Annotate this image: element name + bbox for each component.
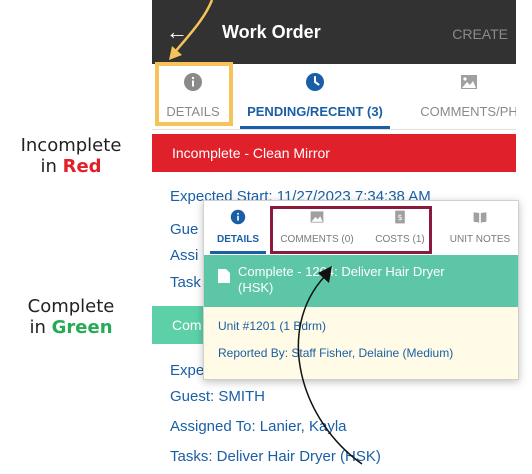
popup-tab-unit-notes[interactable]: UNIT NOTES <box>440 201 518 255</box>
tab-comments-photos[interactable]: COMMENTS/PH <box>404 64 516 130</box>
document-icon <box>218 269 230 283</box>
incomplete-annotation-word: Incomplete <box>20 135 122 156</box>
expected-line-partial: Expe <box>170 362 205 379</box>
complete-annotation-color-line: in Green <box>0 317 146 338</box>
arrow-left-icon[interactable]: ← <box>166 20 188 44</box>
page-title: Work Order <box>222 22 321 42</box>
incomplete-annotation-color: Red <box>62 156 102 177</box>
complete-annotation: Complete in Green <box>0 296 146 338</box>
complete-annotation-word: Complete <box>27 296 115 317</box>
active-tab-indicator <box>240 126 390 129</box>
create-button[interactable]: CREATE <box>452 26 508 42</box>
clock-icon <box>306 73 324 91</box>
assigned-line: Assigned To: Lanier, Kayla <box>170 418 347 435</box>
tab-comments-label: COMMENTS/PH <box>420 104 516 119</box>
image-icon <box>461 75 477 89</box>
reported-by-line: Reported By: Staff Fisher, Delaine (Medi… <box>218 346 454 360</box>
comments-costs-highlight <box>270 206 432 254</box>
incomplete-status-banner[interactable]: Incomplete - Clean Mirror <box>152 134 516 172</box>
popup-title-head: Complete - 12 <box>238 264 320 279</box>
tasks-line-partial: Task <box>170 274 201 291</box>
complete-annotation-prefix: in <box>29 317 46 338</box>
incomplete-annotation: Incomplete in Red <box>0 135 146 177</box>
popup-active-tab-indicator <box>210 251 266 254</box>
info-icon <box>230 209 246 225</box>
complete-status-text-partial: Com <box>172 317 202 333</box>
popup-title-line2: (HSK) <box>238 280 274 295</box>
tab-pending-recent[interactable]: PENDING/RECENT (3) <box>240 64 390 130</box>
popup-title-tail: 04: Deliver Hair Dryer <box>319 264 445 279</box>
complete-annotation-color: Green <box>51 317 113 338</box>
assigned-line-partial: Assi <box>170 247 199 264</box>
popup-complete-title: Complete - 1204: Deliver Hair Dryer (HSK… <box>238 264 508 296</box>
app-bar: ← Work Order CREATE <box>152 0 516 64</box>
popup-tab-unit-notes-label: UNIT NOTES <box>449 234 511 245</box>
incomplete-annotation-prefix: in <box>40 156 57 177</box>
popup-complete-header: Complete - 1204: Deliver Hair Dryer (HSK… <box>204 255 518 307</box>
guest-line-partial: Gue <box>170 221 199 238</box>
unit-line: Unit #1201 (1 Bdrm) <box>218 319 327 333</box>
popup-tab-details[interactable]: DETAILS <box>210 201 266 255</box>
details-tab-highlight <box>155 62 233 126</box>
tasks-line: Tasks: Deliver Hair Dryer (HSK) <box>170 448 381 465</box>
book-icon <box>473 212 487 223</box>
popup-detail-body: Unit #1201 (1 Bdrm) Reported By: Staff F… <box>204 307 518 379</box>
guest-line: Guest: SMITH <box>170 388 266 405</box>
popup-tab-details-label: DETAILS <box>216 234 260 245</box>
incomplete-annotation-color-line: in Red <box>0 156 146 177</box>
incomplete-status-text: Incomplete - Clean Mirror <box>172 145 330 161</box>
tab-pending-recent-label: PENDING/RECENT (3) <box>247 104 383 119</box>
